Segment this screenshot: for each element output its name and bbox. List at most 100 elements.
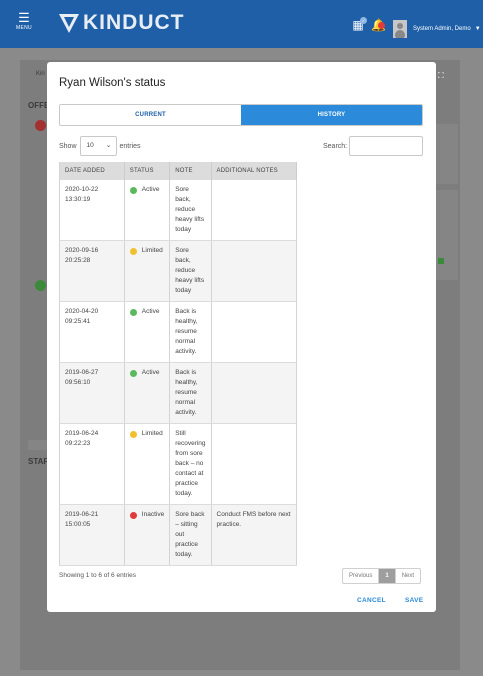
status-dot-icon <box>129 369 137 377</box>
menu-label: MENU <box>16 25 32 31</box>
menu-button[interactable]: ☰ MENU <box>12 10 36 31</box>
note-cell: Still recovering from sore back – no con… <box>169 423 212 505</box>
status-dot-icon <box>129 186 137 194</box>
avatar <box>393 20 407 38</box>
date-value: 2020-09-16 <box>65 247 99 254</box>
cancel-button[interactable]: CANCEL <box>357 597 386 604</box>
status-cell: Limited <box>124 240 171 302</box>
next-button[interactable]: Next <box>396 569 420 583</box>
top-bar: ☰ MENU KINDUCT ▦ ✓ 🔔 System Admin, Demo … <box>0 0 483 48</box>
chevron-down-icon: ▼ <box>474 26 481 32</box>
expand-icon[interactable]: ⛶ <box>438 71 444 81</box>
user-name: System Admin, Demo <box>413 26 471 32</box>
status-cell: Inactive <box>124 504 171 566</box>
modal-title: Ryan Wilson's status <box>59 77 166 89</box>
alert-icon <box>35 120 46 131</box>
status-cell: Active <box>124 301 171 363</box>
additional-notes-cell <box>211 423 298 505</box>
date-cell: 2019-06-24 09:22:23 <box>59 423 125 505</box>
entries-label: entries <box>119 142 141 150</box>
time-value: 13:30:19 <box>65 196 91 203</box>
entries-value: 10 <box>86 142 94 149</box>
status-value: Active <box>141 369 160 376</box>
date-value: 2019-06-24 <box>65 430 99 437</box>
status-cell: Active <box>124 362 171 424</box>
status-dot-icon <box>129 247 137 255</box>
note-cell: Sore back, reduce heavy lifts today <box>169 240 212 302</box>
note-cell: Back is healthy, resume normal activity. <box>169 301 212 363</box>
column-header-note[interactable]: NOTE <box>169 162 212 180</box>
flag-icon <box>438 258 444 264</box>
status-value: Active <box>141 308 160 315</box>
table-row: 2019-06-21 15:00:05 Inactive Sore back – si… <box>59 504 298 566</box>
additional-notes-cell <box>211 362 298 424</box>
entries-select[interactable]: 10 ⌄ <box>79 136 117 156</box>
kinduct-logo-icon <box>59 14 79 33</box>
status-value: Limited <box>141 430 163 437</box>
previous-button[interactable]: Previous <box>343 569 378 583</box>
user-menu[interactable]: System Admin, Demo ▼ <box>393 17 481 41</box>
status-cell: Active <box>124 180 171 241</box>
status-cell: Limited <box>124 423 171 505</box>
time-value: 15:00:05 <box>65 521 91 528</box>
search-input[interactable] <box>349 136 424 156</box>
date-cell: 2019-06-21 15:00:05 <box>59 504 125 566</box>
column-header-additional-notes[interactable]: ADDITIONAL NOTES <box>211 162 298 180</box>
chevron-down-icon: ⌄ <box>105 142 112 149</box>
date-value: 2020-10-22 <box>65 186 99 193</box>
tab-history[interactable]: HISTORY <box>241 105 422 125</box>
note-cell: Sore back, reduce heavy lifts today <box>169 180 212 241</box>
tab-current[interactable]: CURRENT <box>60 105 241 125</box>
check-icon <box>35 280 46 291</box>
status-dot-icon <box>129 511 137 519</box>
search-control: Search: <box>323 136 424 156</box>
additional-notes-cell: Conduct FMS before next practice. <box>211 504 298 566</box>
save-button[interactable]: SAVE <box>405 597 423 604</box>
show-label: Show <box>59 142 77 150</box>
background-breadcrumb: Kin <box>36 71 45 77</box>
note-cell: Sore back – sitting out practice today. <box>169 504 212 566</box>
note-cell: Back is healthy, resume normal activity. <box>169 362 212 424</box>
logo-text: KINDUCT <box>83 11 185 34</box>
check-badge: ✓ <box>360 17 367 24</box>
page-1-button[interactable]: 1 <box>378 569 396 583</box>
date-cell: 2020-04-20 09:25:41 <box>59 301 125 363</box>
notification-badge <box>378 22 385 29</box>
additional-notes-cell <box>211 301 298 363</box>
column-header-date-added[interactable]: DATE ADDED <box>59 162 125 180</box>
status-dot-icon <box>129 430 137 438</box>
status-value: Inactive <box>141 511 165 518</box>
table-row: 2020-04-20 09:25:41 Active Back is healthy,… <box>59 301 298 363</box>
background-card <box>436 190 458 280</box>
table-row: 2019-06-27 09:56:10 Active Back is healthy,… <box>59 362 298 424</box>
logo[interactable]: KINDUCT <box>58 11 185 35</box>
status-value: Limited <box>141 247 163 254</box>
status-tabs: CURRENT HISTORY <box>59 104 423 126</box>
time-value: 09:56:10 <box>65 379 91 386</box>
status-history-modal: Ryan Wilson's status CURRENT HISTORY Sho… <box>47 62 436 612</box>
search-label: Search: <box>323 142 348 150</box>
status-history-table: DATE ADDED STATUS NOTE ADDITIONAL NOTES … <box>59 162 298 566</box>
date-cell: 2019-06-27 09:56:10 <box>59 362 125 424</box>
time-value: 20:25:28 <box>65 257 91 264</box>
background-section-label: STAF <box>28 457 49 466</box>
background-card <box>436 124 458 184</box>
additional-notes-cell <box>211 180 298 241</box>
status-value: Active <box>141 186 160 193</box>
column-header-status[interactable]: STATUS <box>124 162 171 180</box>
date-cell: 2020-09-16 20:25:28 <box>59 240 125 302</box>
table-row: 2020-10-22 13:30:19 Active Sore back, reduc… <box>59 180 298 241</box>
table-row: 2020-09-16 20:25:28 Limited Sore back, redu… <box>59 240 298 302</box>
status-dot-icon <box>129 308 137 316</box>
entries-length-control: Show 10 ⌄ entries <box>59 136 141 156</box>
date-value: 2019-06-27 <box>65 369 99 376</box>
table-header-row: DATE ADDED STATUS NOTE ADDITIONAL NOTES <box>59 162 298 180</box>
date-value: 2019-06-21 <box>65 511 99 518</box>
additional-notes-cell <box>211 240 298 302</box>
time-value: 09:22:23 <box>65 440 91 447</box>
date-cell: 2020-10-22 13:30:19 <box>59 180 125 241</box>
pagination: Previous 1 Next <box>342 568 422 584</box>
table-row: 2019-06-24 09:22:23 Limited Still recoverin… <box>59 423 298 505</box>
hamburger-icon: ☰ <box>18 10 30 25</box>
table-info: Showing 1 to 6 of 6 entries <box>59 572 136 579</box>
